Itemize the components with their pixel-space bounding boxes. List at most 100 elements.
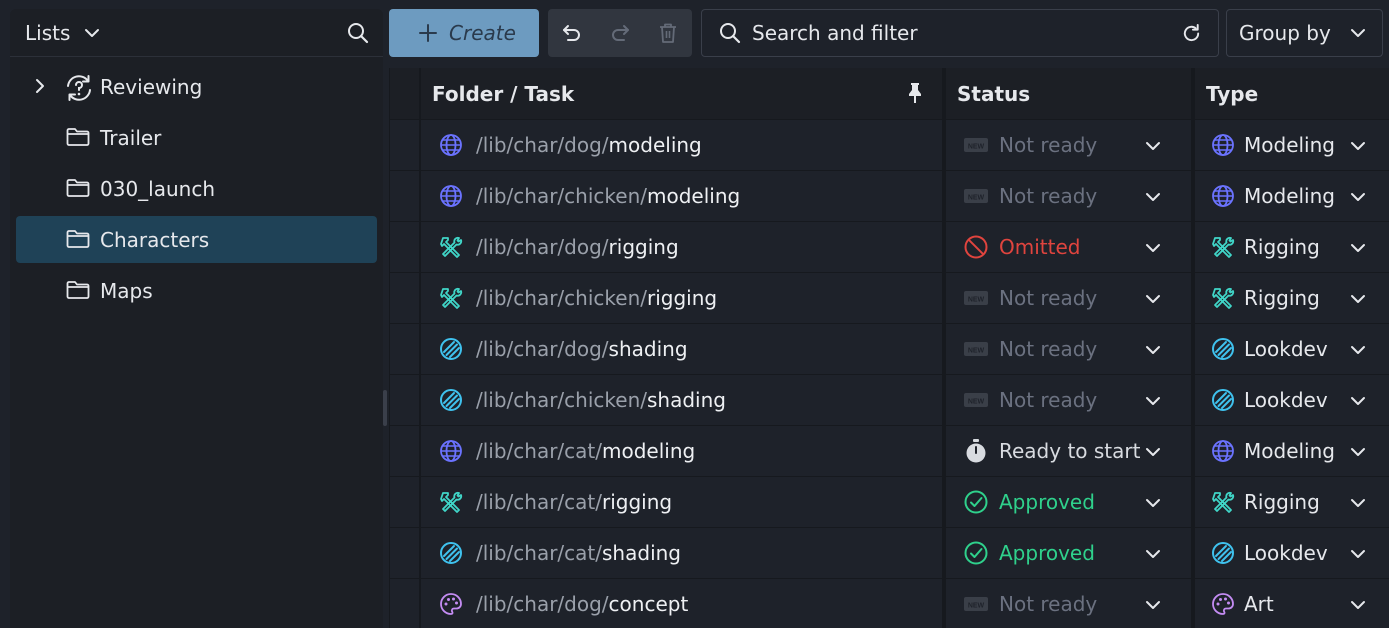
table-row[interactable]: /lib/char/chicken/rigging NEW Not ready Rig… — [389, 273, 1389, 323]
table-row[interactable]: /lib/char/chicken/shading NEW Not ready Loo… — [389, 375, 1389, 425]
type-dropdown[interactable]: Art — [1195, 579, 1389, 628]
svg-text:NEW: NEW — [968, 144, 985, 151]
folder-task-cell[interactable]: /lib/char/dog/rigging — [421, 222, 942, 272]
status-dropdown[interactable]: NEW Not ready — [946, 375, 1191, 425]
list-items: Reviewing Trailer 030_launch Characters Maps — [10, 57, 383, 314]
folder-task-cell[interactable]: /lib/char/chicken/rigging — [421, 273, 942, 323]
modeling-type-icon — [1211, 133, 1235, 157]
row-select-cell[interactable] — [390, 528, 419, 578]
folder-task-cell[interactable]: /lib/char/cat/rigging — [421, 477, 942, 527]
status-dropdown[interactable]: Omitted — [946, 222, 1191, 272]
column-header-label: Type — [1206, 81, 1259, 106]
column-header-status[interactable]: Status — [946, 68, 1191, 119]
type-dropdown[interactable]: Modeling — [1195, 426, 1389, 476]
table-row[interactable]: /lib/char/cat/modeling Ready to start Mode… — [389, 426, 1389, 476]
status-dropdown[interactable]: NEW Not ready — [946, 273, 1191, 323]
status-label: Approved — [999, 541, 1095, 565]
status-label: Not ready — [999, 133, 1098, 157]
status-dropdown[interactable]: Approved — [946, 477, 1191, 527]
row-select-cell[interactable] — [390, 222, 419, 272]
table-row[interactable]: /lib/char/dog/rigging Omitted Rigging — [389, 222, 1389, 272]
type-dropdown[interactable]: Modeling — [1195, 120, 1389, 170]
folder-task-cell[interactable]: /lib/char/chicken/modeling — [421, 171, 942, 221]
type-dropdown[interactable]: Rigging — [1195, 273, 1389, 323]
column-header-folder-task[interactable]: Folder / Task — [421, 68, 942, 119]
type-dropdown[interactable]: Lookdev — [1195, 324, 1389, 374]
row-select-cell[interactable] — [390, 324, 419, 374]
type-dropdown[interactable]: Lookdev — [1195, 375, 1389, 425]
folder-task-cell[interactable]: /lib/char/cat/shading — [421, 528, 942, 578]
status-dropdown[interactable]: NEW Not ready — [946, 171, 1191, 221]
type-dropdown[interactable]: Lookdev — [1195, 528, 1389, 578]
sidebar-item-label: 030_launch — [100, 176, 216, 201]
table-row[interactable]: /lib/char/cat/rigging Approved Rigging — [389, 477, 1389, 527]
sidebar-item-trailer[interactable]: Trailer — [16, 114, 377, 161]
folder-icon — [66, 178, 90, 198]
search-icon[interactable] — [347, 22, 369, 44]
table-row[interactable]: /lib/char/dog/shading NEW Not ready Lookdev — [389, 324, 1389, 374]
table-row[interactable]: /lib/char/chicken/modeling NEW Not ready Mo… — [389, 171, 1389, 221]
status-label: Omitted — [999, 235, 1081, 259]
folder-task-cell[interactable]: /lib/char/dog/modeling — [421, 120, 942, 170]
table-row[interactable]: /lib/char/cat/shading Approved Lookdev — [389, 528, 1389, 578]
row-select-header[interactable] — [390, 68, 419, 119]
chevron-down-icon — [1145, 189, 1161, 205]
task-path: /lib/char/dog/concept — [476, 592, 688, 616]
chevron-down-icon — [1145, 444, 1161, 460]
type-dropdown[interactable]: Rigging — [1195, 222, 1389, 272]
folder-task-cell[interactable]: /lib/char/dog/shading — [421, 324, 942, 374]
task-name: shading — [602, 541, 681, 565]
status-dropdown[interactable]: Approved — [946, 528, 1191, 578]
rigging-type-icon — [1211, 490, 1235, 514]
folder-task-cell[interactable]: /lib/char/chicken/shading — [421, 375, 942, 425]
redo-button[interactable] — [596, 9, 644, 57]
lists-dropdown[interactable]: Lists — [25, 21, 100, 45]
row-select-cell[interactable] — [390, 273, 419, 323]
sidebar-item-label: Maps — [100, 278, 153, 303]
lists-title: Lists — [25, 20, 71, 45]
row-select-cell[interactable] — [390, 579, 419, 628]
status-dropdown[interactable]: NEW Not ready — [946, 324, 1191, 374]
status-label: Not ready — [999, 592, 1098, 616]
table-row[interactable]: /lib/char/dog/concept NEW Not ready Art — [389, 579, 1389, 628]
status-dropdown[interactable]: NEW Not ready — [946, 120, 1191, 170]
create-button[interactable]: Create — [389, 9, 539, 57]
sidebar-item-maps[interactable]: Maps — [16, 267, 377, 314]
folder-task-cell[interactable]: /lib/char/cat/modeling — [421, 426, 942, 476]
row-select-cell[interactable] — [390, 171, 419, 221]
new-badge-icon: NEW — [963, 391, 989, 409]
undo-button[interactable] — [548, 9, 596, 57]
modeling-type-icon — [439, 133, 463, 157]
chevron-down-icon — [1350, 444, 1366, 460]
delete-button[interactable] — [644, 9, 692, 57]
search-filter-input[interactable]: Search and filter — [701, 9, 1219, 57]
pin-icon[interactable] — [906, 82, 924, 104]
sidebar-resize-handle[interactable] — [383, 390, 387, 426]
sidebar-item-030-launch[interactable]: 030_launch — [16, 165, 377, 212]
folder-task-cell[interactable]: /lib/char/dog/concept — [421, 579, 942, 628]
row-select-cell[interactable] — [390, 426, 419, 476]
chevron-right-icon[interactable] — [33, 77, 47, 95]
folder-path: /lib/char/dog/ — [476, 337, 609, 361]
status-dropdown[interactable]: Ready to start — [946, 426, 1191, 476]
refresh-icon[interactable] — [1181, 23, 1202, 44]
task-path: /lib/char/chicken/rigging — [476, 286, 717, 310]
blocked-icon — [963, 234, 989, 260]
search-placeholder: Search and filter — [752, 21, 918, 45]
chevron-down-icon — [1145, 393, 1161, 409]
chevron-down-icon — [1350, 495, 1366, 511]
modeling-type-icon — [1211, 184, 1235, 208]
status-dropdown[interactable]: NEW Not ready — [946, 579, 1191, 628]
chevron-down-icon — [84, 25, 100, 41]
type-dropdown[interactable]: Modeling — [1195, 171, 1389, 221]
sidebar-item-characters[interactable]: Characters — [16, 216, 377, 263]
row-select-cell[interactable] — [390, 120, 419, 170]
column-header-type[interactable]: Type — [1195, 68, 1389, 119]
table-row[interactable]: /lib/char/dog/modeling NEW Not ready Modeli… — [389, 120, 1389, 170]
row-select-cell[interactable] — [390, 375, 419, 425]
row-select-cell[interactable] — [390, 477, 419, 527]
chevron-down-icon — [1350, 138, 1366, 154]
sidebar-item-reviewing[interactable]: Reviewing — [16, 63, 377, 110]
group-by-dropdown[interactable]: Group by — [1226, 9, 1383, 57]
type-dropdown[interactable]: Rigging — [1195, 477, 1389, 527]
